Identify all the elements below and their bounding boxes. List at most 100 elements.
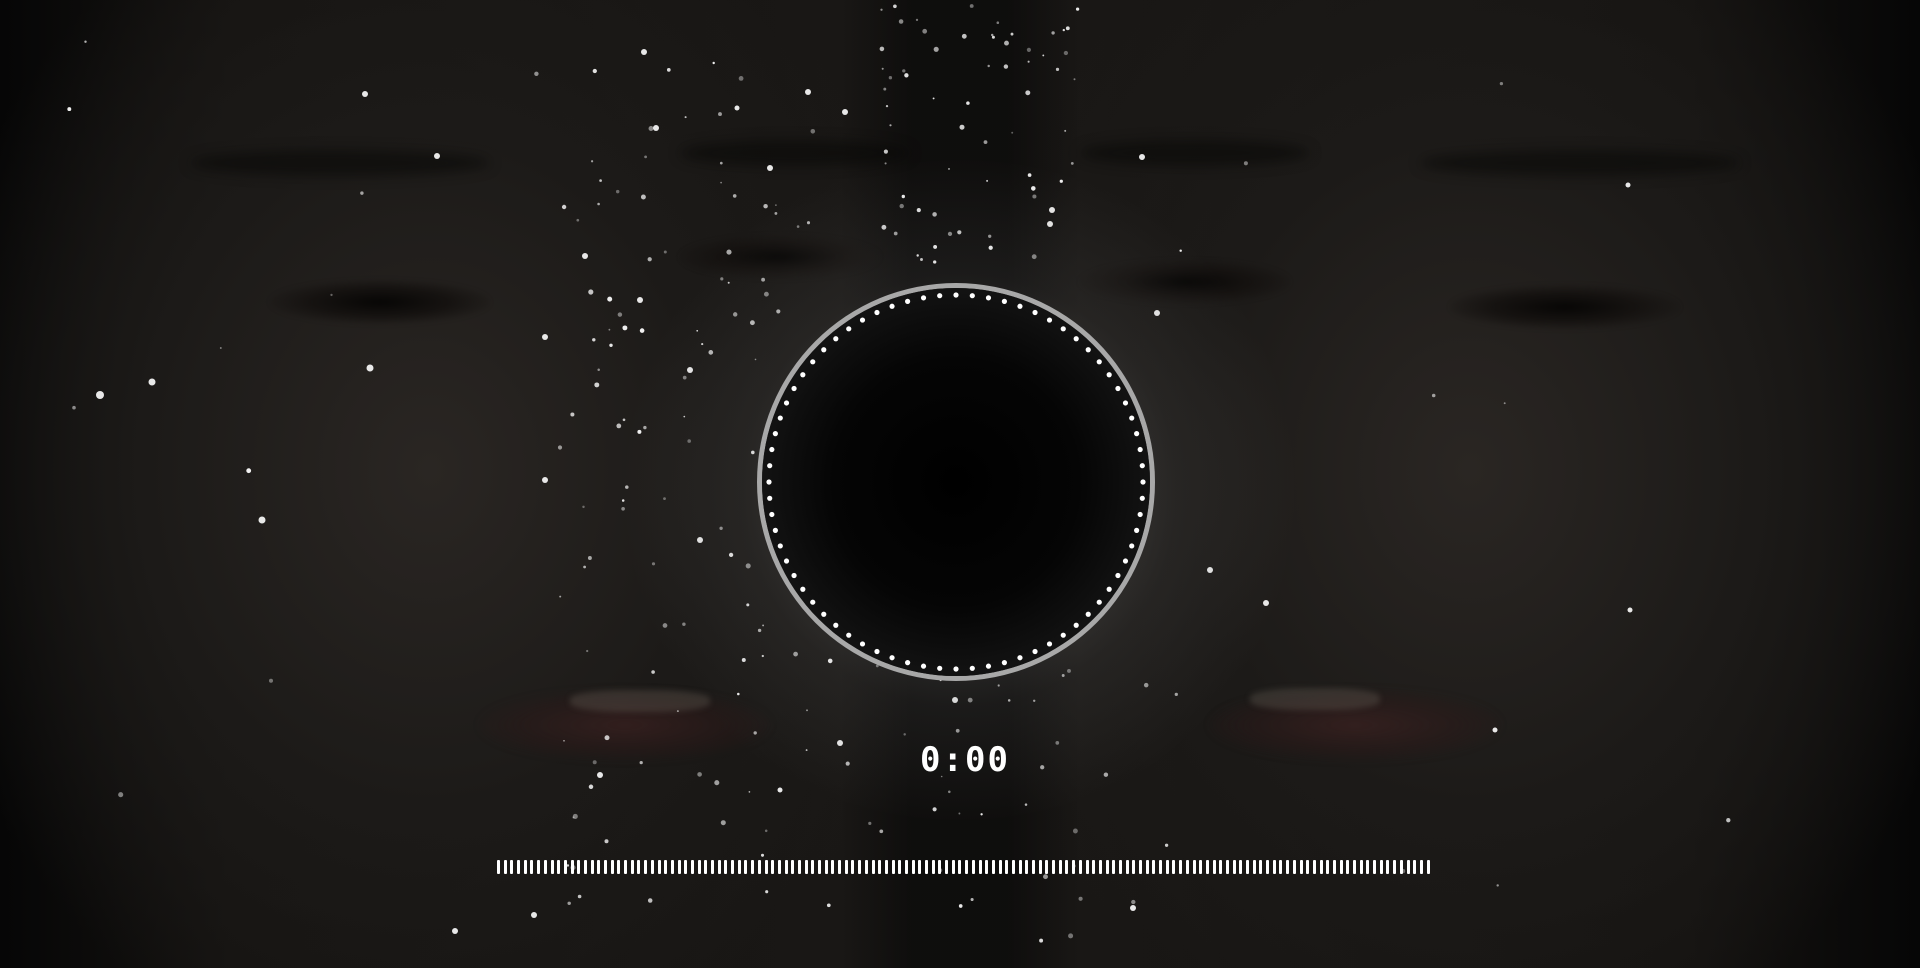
ring-dot	[1046, 317, 1053, 323]
audio-ring	[762, 288, 1150, 676]
spectrum-bar	[1152, 860, 1156, 874]
spectrum-bar	[724, 860, 728, 874]
particle	[557, 445, 563, 450]
spectrum-bar	[844, 860, 848, 874]
ring-dot	[1137, 511, 1143, 518]
ring-dot	[1017, 303, 1023, 309]
spectrum-bar	[563, 860, 567, 874]
spectrum-bar	[1386, 860, 1390, 874]
particle	[885, 104, 889, 108]
spectrum-bar	[757, 860, 761, 874]
spectrum-bar	[677, 860, 681, 874]
particle	[810, 129, 816, 134]
ring-dot	[874, 648, 880, 655]
ring-dot	[777, 543, 783, 549]
particle	[718, 112, 722, 117]
spectrum-bar	[831, 860, 835, 874]
spectrum-bar	[1185, 860, 1189, 874]
particle	[1499, 81, 1504, 86]
ring-dot	[889, 303, 895, 309]
particle	[561, 204, 567, 210]
spectrum-bar	[1326, 860, 1330, 874]
particle	[1070, 162, 1074, 165]
ring-dot	[1017, 655, 1023, 661]
spectrum-bar	[1065, 860, 1069, 874]
particle	[1039, 938, 1044, 943]
spectrum-bar	[891, 860, 895, 874]
ring-dot	[1129, 543, 1135, 549]
particle	[879, 46, 885, 52]
particle	[961, 33, 967, 39]
spectrum-bar	[824, 860, 828, 874]
particle	[597, 202, 600, 206]
particle	[651, 670, 655, 674]
particle	[148, 378, 156, 386]
spectrum-bar	[550, 860, 554, 874]
particle	[738, 76, 744, 81]
spectrum-bar	[1219, 860, 1223, 874]
particle	[933, 46, 939, 52]
particle	[1492, 727, 1498, 733]
particle	[889, 124, 892, 127]
particle	[118, 792, 124, 798]
spectrum-bar	[1399, 860, 1403, 874]
spectrum-bar	[1212, 860, 1216, 874]
particle	[898, 19, 904, 24]
particle	[434, 153, 440, 159]
particle	[922, 28, 928, 34]
particle	[1130, 905, 1136, 911]
particle	[720, 820, 726, 826]
ring-dot	[1122, 400, 1129, 406]
spectrum-bar	[637, 860, 641, 874]
ring-dot	[1001, 298, 1007, 304]
particle	[1078, 896, 1083, 901]
particle	[959, 124, 965, 130]
particle	[714, 780, 720, 786]
ring-dot	[1060, 632, 1066, 638]
spectrum-bar	[1272, 860, 1276, 874]
particle	[826, 903, 831, 908]
ring-dot	[859, 641, 866, 647]
particle	[1026, 47, 1031, 52]
particle	[268, 678, 274, 683]
ring-dot	[821, 347, 827, 353]
particle	[883, 149, 888, 154]
spectrum-bar	[1413, 860, 1417, 874]
ring-dot	[800, 372, 806, 378]
particle	[893, 4, 897, 9]
particle	[760, 853, 765, 857]
particle	[604, 839, 609, 844]
particle	[719, 161, 723, 165]
spectrum-bar	[1379, 860, 1383, 874]
spectrum-bar	[617, 860, 621, 874]
spectrum-bar	[904, 860, 908, 874]
particle	[663, 250, 667, 254]
particle	[748, 791, 751, 793]
ring-dot	[1060, 326, 1066, 332]
spectrum-bar	[1366, 860, 1370, 874]
particle	[1431, 393, 1436, 398]
spectrum-bar	[744, 860, 748, 874]
particle	[592, 68, 597, 74]
spectrum-bar	[697, 860, 701, 874]
particle	[592, 760, 597, 765]
particle	[1063, 50, 1069, 56]
spectrum-bar	[570, 860, 574, 874]
spectrum-bar	[1332, 860, 1336, 874]
particle	[1625, 182, 1631, 188]
spectrum-bar	[777, 860, 781, 874]
spectrum-bar	[1025, 860, 1029, 874]
particle	[1073, 78, 1076, 81]
ring-dot	[783, 400, 790, 406]
ring-dot	[1139, 495, 1145, 501]
spectrum-bar	[1011, 860, 1015, 874]
particle	[1004, 40, 1009, 46]
particle	[1042, 54, 1045, 57]
particle	[366, 364, 374, 372]
ring-dot	[1106, 586, 1112, 592]
particle	[697, 772, 702, 777]
spectrum-bar	[1038, 860, 1042, 874]
particle	[641, 49, 647, 55]
spectrum-bar	[1132, 860, 1136, 874]
spectrum-bar	[784, 860, 788, 874]
